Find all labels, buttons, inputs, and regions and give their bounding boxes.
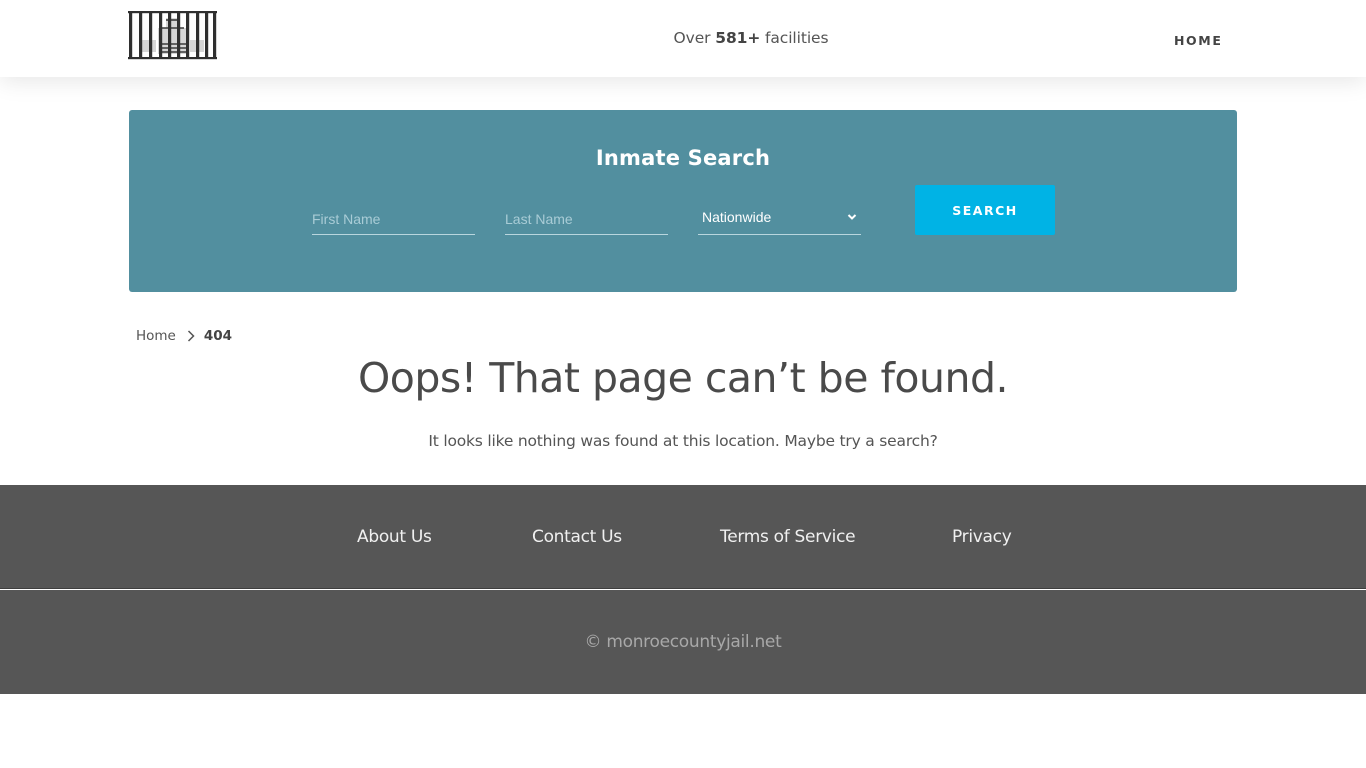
nav-home-link[interactable]: HOME [1174,33,1222,48]
footer-link-about-us[interactable]: About Us [357,527,432,547]
facilities-count: 581+ [715,29,761,47]
facilities-count-tagline: Over 581+ facilities [0,29,1366,47]
breadcrumb-home-link[interactable]: Home [136,328,176,344]
breadcrumb-current: 404 [203,328,233,344]
last-name-input[interactable] [505,204,668,235]
location-select[interactable]: Nationwide [698,204,861,235]
first-name-input[interactable] [312,204,475,235]
error-title: Oops! That page can’t be found. [357,354,1009,402]
footer-link-privacy[interactable]: Privacy [952,527,1012,547]
tagline-prefix: Over [673,29,711,47]
tagline-suffix: facilities [765,29,829,47]
footer-link-terms-of-service[interactable]: Terms of Service [720,527,856,547]
footer-link-contact-us[interactable]: Contact Us [532,527,622,547]
inmate-search-panel: Inmate Search Nationwide SEARCH [129,110,1237,292]
search-button[interactable]: SEARCH [915,185,1055,235]
location-selected-value: Nationwide [702,209,772,225]
error-message: It looks like nothing was found at this … [428,432,938,450]
footer-links: About Us Contact Us Terms of Service Pri… [0,485,1366,589]
chevron-down-icon [847,214,857,220]
site-header: Over 581+ facilities HOME [0,0,1366,77]
copyright-text: © monroecountyjail.net [584,632,782,652]
search-title: Inmate Search [595,146,771,170]
footer-bottom: © monroecountyjail.net [0,590,1366,694]
breadcrumb: Home 404 [136,328,232,344]
chevron-right-icon [187,330,195,342]
